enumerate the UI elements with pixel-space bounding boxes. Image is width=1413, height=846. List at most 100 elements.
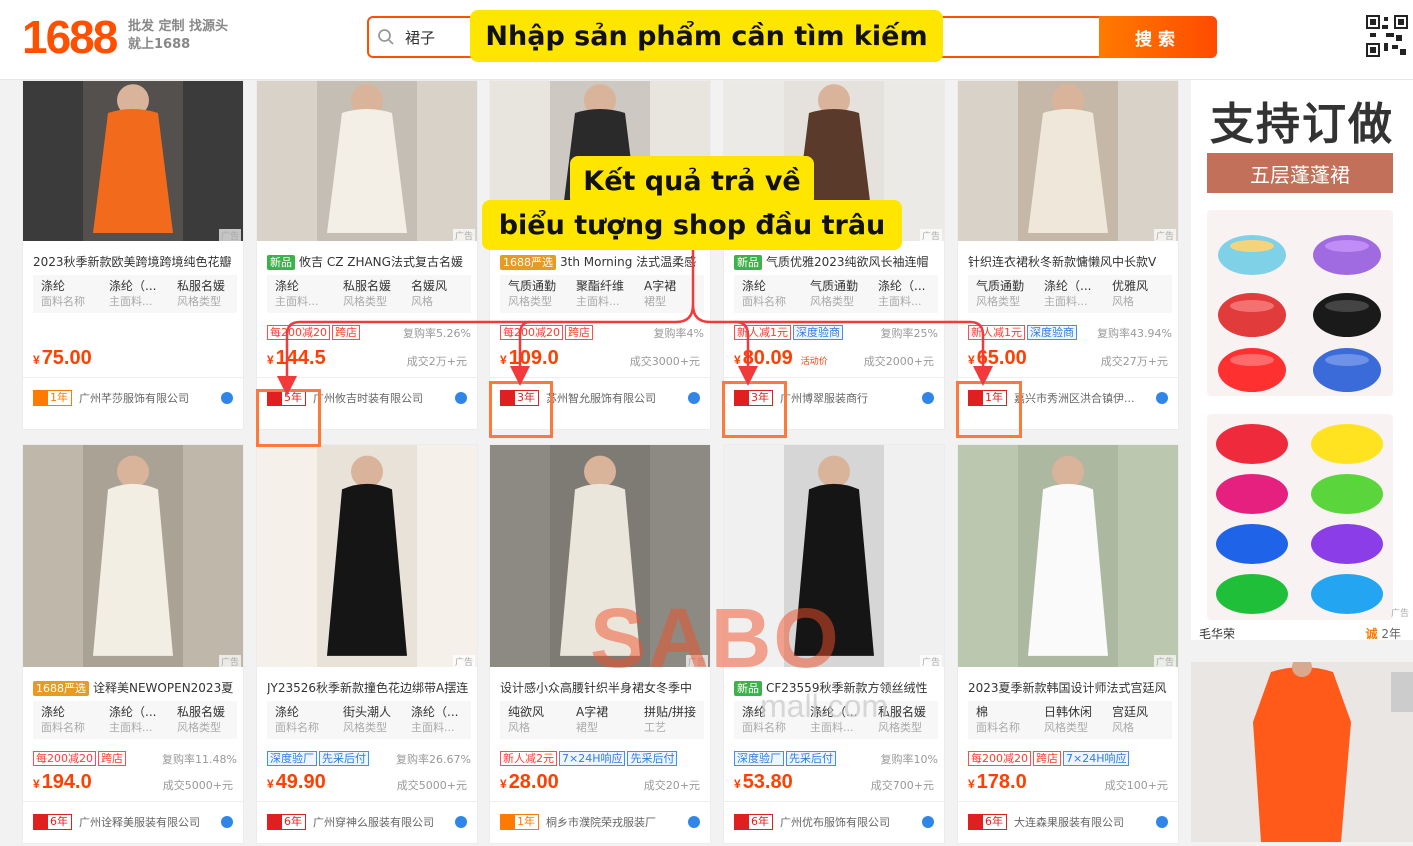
attribute-key: 风格类型	[810, 295, 854, 308]
promo-tag: 深度验商	[1027, 325, 1077, 340]
product-card[interactable]: 广告1688严选3th Morning 法式温柔感气质通勤风格类型聚酯纤维主面料…	[489, 80, 711, 430]
product-card[interactable]: 广告 2023夏季新款韩国设计师法式宫廷风棉面料名称 日韩休闲 风格类型 宫廷风 风格 每2…	[957, 444, 1179, 844]
product-attributes: 棉面料名称 日韩休闲 风格类型 宫廷风 风格	[968, 701, 1172, 739]
product-card[interactable]: 广告 新品 攸吉 CZ ZHANG法式复古名媛 涤纶 主面料... 私服名媛 风格类型 名媛风…	[256, 80, 478, 430]
skirt-image-1	[1207, 210, 1393, 396]
deal-volume: 成交5000+元	[162, 779, 233, 792]
side-ad[interactable]: 支持订做 五层蓬蓬裙 广告 毛华荣 诚 2年	[1191, 80, 1413, 642]
product-card[interactable]: 广告 2023秋季新款欧美跨境跨境纯色花瓣 涤纶 面料名称 涤纶（... 主面料... 私服…	[22, 80, 244, 430]
attribute-key: 工艺	[644, 721, 666, 734]
product-image[interactable]	[23, 81, 243, 241]
shop-row[interactable]: 1年 广州芊莎服饰有限公司	[23, 377, 243, 415]
attribute-value: 私服名媛	[343, 279, 392, 293]
shop-name[interactable]: 广州芊莎服饰有限公司	[79, 390, 219, 406]
attribute-value: 拼贴/拼接	[644, 705, 697, 719]
shop-row[interactable]: 1年 桐乡市濮院荣戎服装厂	[490, 801, 710, 839]
shop-row[interactable]: 6年 广州优布服饰有限公司	[724, 801, 944, 839]
shop-name[interactable]: 嘉兴市秀洲区洪合镇伊...	[1014, 390, 1154, 406]
site-logo[interactable]: 1688	[22, 14, 118, 60]
product-image[interactable]	[958, 81, 1178, 241]
shop-years-badge: 6年	[734, 814, 773, 830]
chat-icon[interactable]	[221, 392, 233, 404]
ad-label: 广告	[919, 229, 942, 242]
shop-name[interactable]: 桐乡市濮院荣戎服装厂	[546, 814, 686, 830]
chat-icon[interactable]	[922, 392, 934, 404]
product-title[interactable]: 1688严选 3th Morning 法式温柔感	[500, 253, 702, 270]
price-value: 49.90	[275, 771, 326, 793]
product-card[interactable]: 广告 1688严选 诠释美NEWOPEN2023夏涤纶 面料名称 涤纶（... 主面料..…	[22, 444, 244, 844]
attribute-cell: 涤纶 面料名称	[267, 701, 335, 739]
attribute-cell: 气质通勤 风格类型	[802, 275, 870, 313]
product-image[interactable]	[23, 445, 243, 667]
chat-icon[interactable]	[1156, 392, 1168, 404]
chat-icon[interactable]	[1156, 816, 1168, 828]
attribute-cell: 涤纶 面料名称	[33, 275, 101, 313]
promo-tag: 深度验商	[793, 325, 843, 340]
shop-name[interactable]: 广州诠释美服装有限公司	[79, 814, 219, 830]
search-button[interactable]: 搜索	[1099, 16, 1217, 58]
attribute-cell: 涤纶（... 主面料...	[403, 701, 471, 739]
side-ad-headline: 支持订做	[1210, 99, 1394, 150]
product-image[interactable]	[257, 81, 477, 241]
product-title[interactable]: JY23526秋季新款撞色花边绑带A摆连	[267, 679, 469, 696]
shop-name[interactable]: 广州攸吉时装有限公司	[313, 390, 453, 406]
cheng-icon	[501, 815, 515, 829]
chat-icon[interactable]	[688, 392, 700, 404]
side-ad-2[interactable]	[1191, 657, 1413, 842]
attribute-value: 日韩休闲	[1044, 705, 1093, 719]
shop-name[interactable]: 大连森果服装有限公司	[1014, 814, 1154, 830]
price-value: 80.09	[742, 347, 793, 369]
product-title[interactable]: 1688严选 诠释美NEWOPEN2023夏	[33, 679, 235, 696]
side-ad-year: 诚 2年	[1365, 627, 1401, 641]
deal-volume: 成交5000+元	[396, 779, 467, 792]
product-price: ¥80.09 活动价	[734, 347, 828, 370]
currency-symbol: ¥	[500, 777, 507, 791]
shop-name[interactable]: 苏州智允服饰有限公司	[546, 390, 686, 406]
product-title[interactable]: 2023秋季新款欧美跨境跨境纯色花瓣	[33, 253, 235, 270]
chat-icon[interactable]	[455, 816, 467, 828]
shop-row[interactable]: 6年 广州穿神么服装有限公司	[257, 801, 477, 839]
shop-name[interactable]: 广州博翠服装商行	[780, 390, 920, 406]
promo-tags: 每200减20 跨店 复购率4%	[500, 325, 704, 341]
attribute-cell: 街头潮人 风格类型	[335, 701, 403, 739]
product-title[interactable]: 新品 攸吉 CZ ZHANG法式复古名媛	[267, 253, 469, 270]
attribute-cell: 优雅风 风格	[1104, 275, 1172, 313]
product-title[interactable]: 新品 气质优雅2023纯欲风长袖连帽	[734, 253, 936, 270]
product-card[interactable]: 广告 JY23526秋季新款撞色花边绑带A摆连 涤纶 面料名称 街头潮人 风格类型 涤纶（.…	[256, 444, 478, 844]
shop-row[interactable]: 6年 广州诠释美服装有限公司	[23, 801, 243, 839]
product-title[interactable]: 针织连衣裙秋冬新款慵懒风中长款V	[968, 253, 1170, 270]
side-ad-shop[interactable]: 毛华荣	[1199, 625, 1235, 642]
promo-tag: 7×24H响应	[559, 751, 626, 766]
skirt-image-2	[1207, 414, 1393, 620]
attribute-cell: 涤纶 面料名称	[734, 275, 802, 313]
chat-icon[interactable]	[922, 816, 934, 828]
chat-icon[interactable]	[688, 816, 700, 828]
attribute-value: 宫廷风	[1112, 705, 1149, 719]
product-card[interactable]: 广告 针织连衣裙秋冬新款慵懒风中长款V 气质通勤 风格类型 涤纶（... 主面料... 优雅…	[957, 80, 1179, 430]
attribute-cell: 气质通勤 风格类型	[500, 275, 568, 313]
promo-price-label: 活动价	[800, 356, 828, 366]
shop-years: 6年	[985, 815, 1003, 828]
product-attributes: 涤纶 面料名称 涤纶（... 主面料... 私服名媛 风格类型	[33, 701, 237, 739]
product-image[interactable]	[257, 445, 477, 667]
chat-icon[interactable]	[221, 816, 233, 828]
qr-code-icon[interactable]	[1366, 14, 1408, 58]
shop-name[interactable]: 广州穿神么服装有限公司	[313, 814, 453, 830]
shop-name[interactable]: 广州优布服饰有限公司	[780, 814, 920, 830]
product-image[interactable]	[958, 445, 1178, 667]
promo-tag: 新人减1元	[734, 325, 791, 340]
promo-tag: 新人减2元	[500, 751, 557, 766]
price-value: 28.00	[508, 771, 559, 793]
product-card[interactable]: 广告 新品 气质优雅2023纯欲风长袖连帽 涤纶 面料名称 气质通勤 风格类型 涤纶（... 主…	[723, 80, 945, 430]
attribute-value: 涤纶（...	[109, 705, 157, 719]
attribute-value: 纯欲风	[508, 705, 545, 719]
currency-symbol: ¥	[968, 353, 975, 367]
ad-label: 广告	[218, 655, 241, 668]
shop-row[interactable]: 6年 大连森果服装有限公司	[958, 801, 1178, 839]
product-title[interactable]: 2023夏季新款韩国设计师法式宫廷风	[968, 679, 1170, 696]
chat-icon[interactable]	[455, 392, 467, 404]
attribute-value: 名媛风	[411, 279, 448, 293]
currency-symbol: ¥	[968, 777, 975, 791]
currency-symbol: ¥	[500, 353, 507, 367]
attribute-cell: 宫廷风 风格	[1104, 701, 1172, 739]
